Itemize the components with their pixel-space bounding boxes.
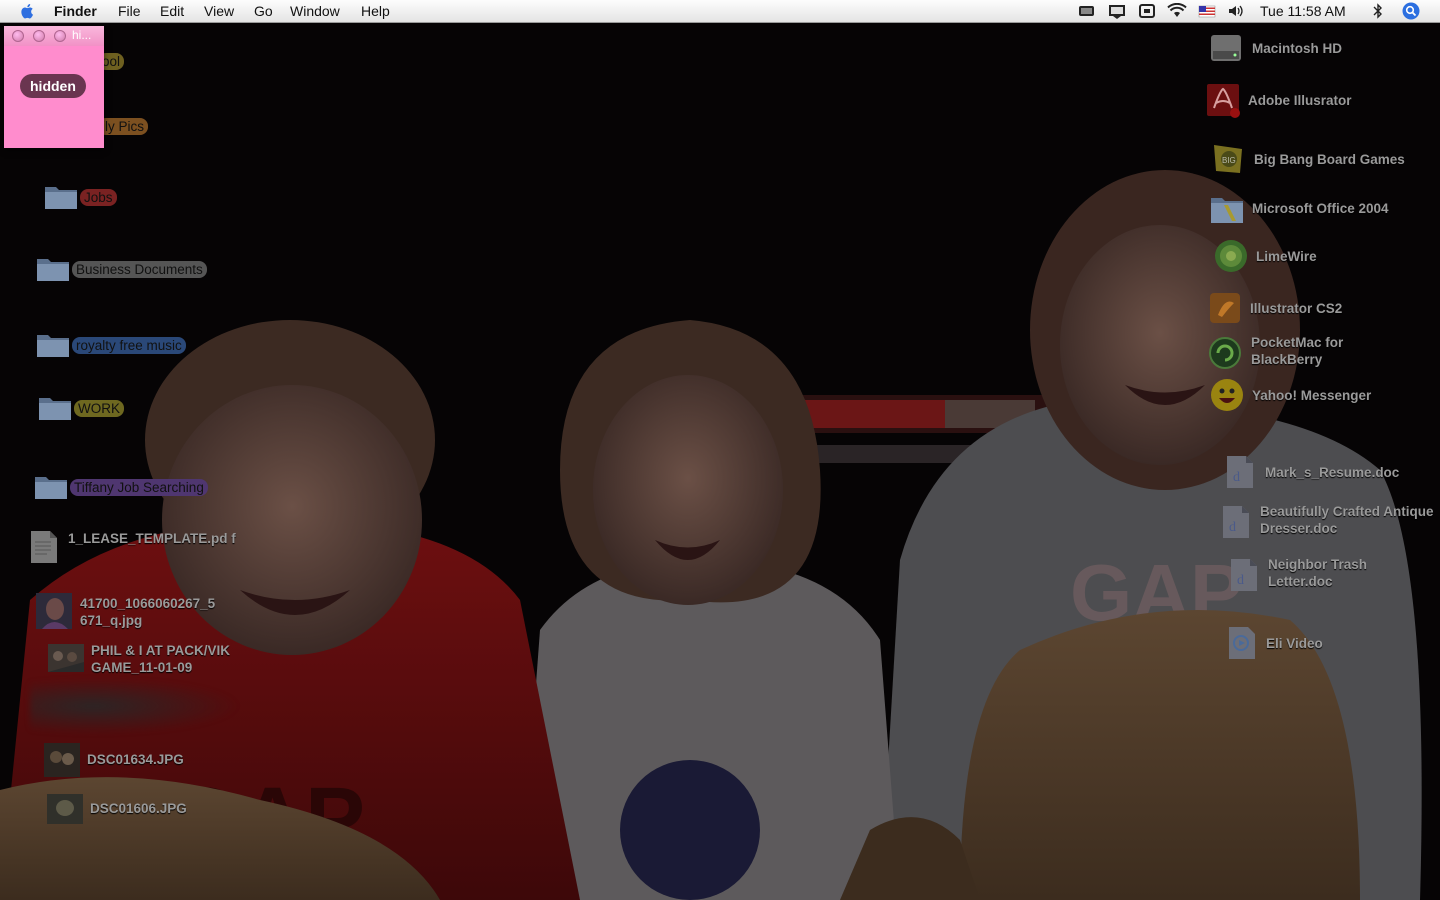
sticky-window[interactable]: hi... hidden: [4, 26, 104, 148]
document-icon: d: [1231, 559, 1257, 591]
menu-go[interactable]: Go: [254, 0, 273, 22]
video-icon: [1229, 627, 1255, 659]
menu-finder[interactable]: Finder: [54, 0, 97, 22]
sticky-title-bar[interactable]: hi...: [4, 26, 104, 46]
flag-icon[interactable]: [1198, 3, 1216, 19]
svg-text:d: d: [1233, 470, 1240, 485]
menu-file[interactable]: File: [118, 0, 141, 22]
battery-icon[interactable]: [1078, 3, 1096, 19]
document-icon: [31, 531, 57, 563]
close-window-button[interactable]: [12, 30, 24, 42]
item-label: ily Pics: [98, 118, 149, 135]
item-label: Big Bang Board Games: [1254, 152, 1405, 167]
time-machine-icon[interactable]: [1138, 3, 1156, 19]
item-label: Business Documents: [72, 261, 207, 278]
pocketmac-icon: [1209, 337, 1241, 369]
item-label: Tiffany Job Searching: [70, 479, 208, 496]
document-icon: d: [1227, 456, 1253, 488]
item-label: Mark_s_Resume.doc: [1265, 465, 1400, 480]
menubar-clock[interactable]: Tue 11:58 AM: [1260, 0, 1346, 22]
apple-icon[interactable]: [19, 2, 37, 20]
minimize-window-button[interactable]: [33, 30, 45, 42]
spotlight-icon[interactable]: [1402, 2, 1420, 20]
item-label: 1_LEASE_TEMPLATE.pd f: [68, 531, 236, 546]
menu-bar: Finder File Edit View Go Window Help Tue…: [0, 0, 1440, 23]
item-label: Jobs: [80, 189, 117, 206]
photo-thumbnail-icon: [44, 743, 80, 777]
photo-thumbnail-icon: [47, 794, 83, 824]
display-icon[interactable]: [1108, 3, 1126, 19]
pdf-icon: [1207, 84, 1240, 118]
photo-thumbnail-icon: [36, 593, 72, 629]
folder-icon: [37, 259, 69, 281]
folder-icon: [37, 335, 69, 357]
yahoo-icon: [1211, 379, 1243, 411]
item-label: WORK: [74, 400, 124, 417]
illustrator-icon: [1210, 293, 1240, 323]
item-label: Macintosh HD: [1252, 41, 1343, 56]
item-label: Beautifully Crafted Antique Dresser.doc: [1260, 504, 1434, 536]
menu-window[interactable]: Window: [290, 0, 340, 22]
item-label: Neighbor Trash Letter.doc: [1268, 557, 1368, 589]
sticky-title: hi...: [72, 28, 92, 42]
item-label: PocketMac for BlackBerry: [1251, 335, 1344, 367]
item-label: Yahoo! Messenger: [1252, 388, 1372, 403]
item-label: Illustrator CS2: [1250, 301, 1343, 316]
menu-view[interactable]: View: [204, 0, 234, 22]
hidden-button[interactable]: hidden: [20, 74, 86, 98]
item-label: 41700_1066060267_5 671_q.jpg: [80, 596, 216, 628]
menu-help[interactable]: Help: [361, 0, 390, 22]
folder-icon: [1211, 198, 1243, 223]
photo-thumbnail-icon: [48, 644, 84, 672]
item-label: Adobe Illusrator: [1248, 93, 1352, 108]
svg-text:d: d: [1229, 520, 1236, 535]
item-label: DSC01606.JPG: [90, 801, 187, 816]
item-label: DSC01634.JPG: [87, 752, 184, 767]
item-label: PHIL & I AT PACK/VIK GAME_11-01-09: [91, 643, 231, 675]
folder-icon: [39, 398, 71, 420]
volume-icon[interactable]: [1227, 3, 1245, 19]
document-icon: d: [1223, 506, 1249, 538]
zoom-window-button[interactable]: [54, 30, 66, 42]
menu-edit[interactable]: Edit: [160, 0, 184, 22]
game-icon: BIG: [1214, 145, 1242, 173]
hard-drive-icon: [1211, 35, 1241, 61]
folder-icon: [35, 477, 67, 499]
limewire-icon: [1215, 240, 1247, 272]
svg-text:d: d: [1237, 573, 1244, 588]
desktop-item-blurred[interactable]: [30, 678, 240, 734]
item-label: Eli Video: [1266, 636, 1323, 651]
bluetooth-icon[interactable]: [1371, 3, 1385, 19]
wifi-icon[interactable]: [1167, 3, 1187, 19]
item-label: LimeWire: [1256, 249, 1317, 264]
svg-text:BIG: BIG: [1222, 156, 1236, 165]
item-label: Microsoft Office 2004: [1252, 201, 1389, 216]
item-label: royalty free music: [72, 337, 186, 354]
folder-icon: [45, 187, 77, 209]
